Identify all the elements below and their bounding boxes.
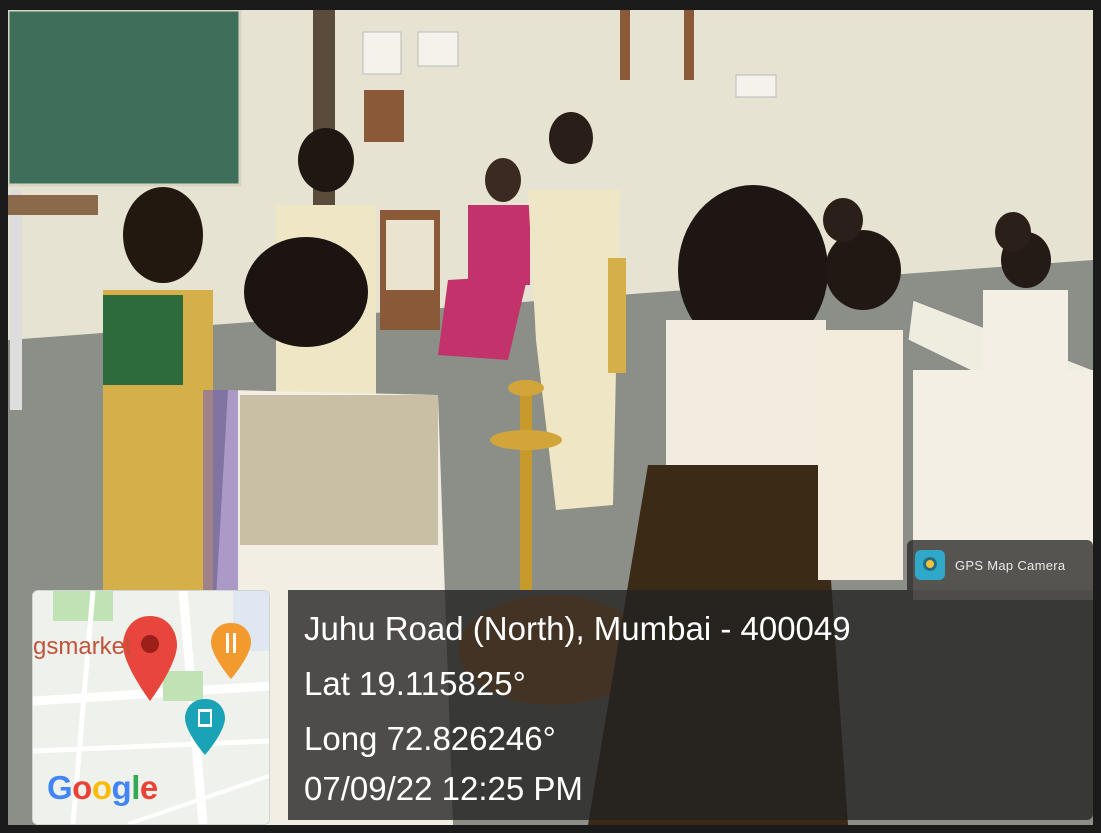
location-info-panel: Juhu Road (North), Mumbai - 400049 Lat 1… xyxy=(288,590,1093,820)
latitude-text: Lat 19.115825° xyxy=(304,665,526,702)
app-name-label: GPS Map Camera xyxy=(955,557,1066,573)
photo-frame: GPS Map Camera Juhu Road (North), Mumbai… xyxy=(0,0,1101,833)
mini-map: gsmarket Google xyxy=(32,590,270,825)
datetime-text: 07/09/22 12:25 PM xyxy=(304,770,583,807)
map-camera-icon xyxy=(915,550,945,580)
google-logo: Google xyxy=(47,769,158,806)
address-text: Juhu Road (North), Mumbai - 400049 xyxy=(304,610,851,647)
gps-camera-badge: GPS Map Camera xyxy=(907,540,1093,590)
map-place-label: gsmarket xyxy=(33,633,132,660)
longitude-text: Long 72.826246° xyxy=(304,720,556,757)
